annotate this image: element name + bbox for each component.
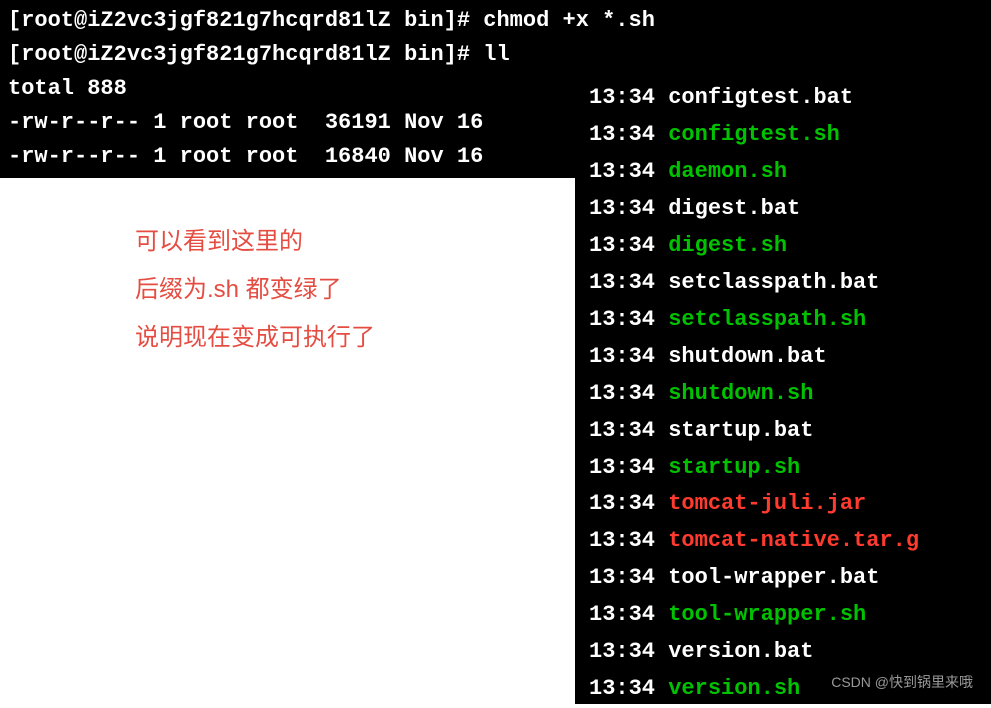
file-name: tomcat-native.tar.g bbox=[668, 528, 919, 553]
command-line-1: [root@iZ2vc3jgf821g7hcqrd81lZ bin]# chmo… bbox=[8, 4, 983, 38]
file-time: 13:34 bbox=[589, 196, 668, 221]
file-name: tomcat-juli.jar bbox=[668, 491, 866, 516]
file-time: 13:34 bbox=[589, 418, 668, 443]
file-name: version.sh bbox=[668, 676, 800, 701]
file-row: 13:34 digest.bat bbox=[589, 191, 991, 228]
file-name: startup.sh bbox=[668, 455, 800, 480]
file-row: 13:34 shutdown.bat bbox=[589, 339, 991, 376]
cmd-2: ll bbox=[483, 42, 509, 67]
file-row: 13:34 startup.sh bbox=[589, 450, 991, 487]
file-row: 13:34 tool-wrapper.sh bbox=[589, 597, 991, 634]
file-time: 13:34 bbox=[589, 639, 668, 664]
file-name: setclasspath.bat bbox=[668, 270, 879, 295]
file-row: 13:34 digest.sh bbox=[589, 228, 991, 265]
file-name: startup.bat bbox=[668, 418, 813, 443]
file-time: 13:34 bbox=[589, 381, 668, 406]
file-time: 13:34 bbox=[589, 676, 668, 701]
watermark: CSDN @快到锅里来哦 bbox=[831, 672, 973, 692]
file-row: 13:34 shutdown.sh bbox=[589, 376, 991, 413]
file-listing: 13:34 configtest.bat13:34 configtest.sh1… bbox=[575, 80, 991, 704]
file-name: daemon.sh bbox=[668, 159, 787, 184]
file-time: 13:34 bbox=[589, 528, 668, 553]
file-time: 13:34 bbox=[589, 233, 668, 258]
annotation-text: 可以看到这里的 后缀为.sh 都变绿了 说明现在变成可执行了 bbox=[135, 218, 375, 362]
file-name: digest.bat bbox=[668, 196, 800, 221]
file-time: 13:34 bbox=[589, 270, 668, 295]
annotation-line-1: 可以看到这里的 bbox=[135, 218, 375, 266]
annotation-panel: 可以看到这里的 后缀为.sh 都变绿了 说明现在变成可执行了 bbox=[0, 182, 575, 704]
annotation-line-2: 后缀为.sh 都变绿了 bbox=[135, 266, 375, 314]
file-row: 13:34 daemon.sh bbox=[589, 154, 991, 191]
file-time: 13:34 bbox=[589, 159, 668, 184]
file-name: configtest.sh bbox=[668, 122, 840, 147]
file-name: version.bat bbox=[668, 639, 813, 664]
file-time: 13:34 bbox=[589, 307, 668, 332]
file-row: 13:34 tomcat-juli.jar bbox=[589, 486, 991, 523]
file-time: 13:34 bbox=[589, 455, 668, 480]
file-name: shutdown.bat bbox=[668, 344, 826, 369]
file-name: digest.sh bbox=[668, 233, 787, 258]
file-time: 13:34 bbox=[589, 602, 668, 627]
file-time: 13:34 bbox=[589, 565, 668, 590]
annotation-line-3: 说明现在变成可执行了 bbox=[135, 314, 375, 362]
file-row: 13:34 startup.bat bbox=[589, 413, 991, 450]
file-row: 13:34 setclasspath.bat bbox=[589, 265, 991, 302]
file-time: 13:34 bbox=[589, 122, 668, 147]
command-line-2: [root@iZ2vc3jgf821g7hcqrd81lZ bin]# ll bbox=[8, 38, 983, 72]
file-time: 13:34 bbox=[589, 85, 668, 110]
cmd-1: chmod +x *.sh bbox=[483, 8, 655, 33]
file-time: 13:34 bbox=[589, 491, 668, 516]
file-name: setclasspath.sh bbox=[668, 307, 866, 332]
file-row: 13:34 version.bat bbox=[589, 634, 991, 671]
file-name: configtest.bat bbox=[668, 85, 853, 110]
prompt-2: [root@iZ2vc3jgf821g7hcqrd81lZ bin]# bbox=[8, 42, 470, 67]
file-row: 13:34 configtest.bat bbox=[589, 80, 991, 117]
file-name: tool-wrapper.bat bbox=[668, 565, 879, 590]
file-time: 13:34 bbox=[589, 344, 668, 369]
prompt-1: [root@iZ2vc3jgf821g7hcqrd81lZ bin]# bbox=[8, 8, 470, 33]
file-row: 13:34 setclasspath.sh bbox=[589, 302, 991, 339]
file-row: 13:34 tool-wrapper.bat bbox=[589, 560, 991, 597]
file-name: shutdown.sh bbox=[668, 381, 813, 406]
file-name: tool-wrapper.sh bbox=[668, 602, 866, 627]
file-row: 13:34 configtest.sh bbox=[589, 117, 991, 154]
file-row: 13:34 tomcat-native.tar.g bbox=[589, 523, 991, 560]
